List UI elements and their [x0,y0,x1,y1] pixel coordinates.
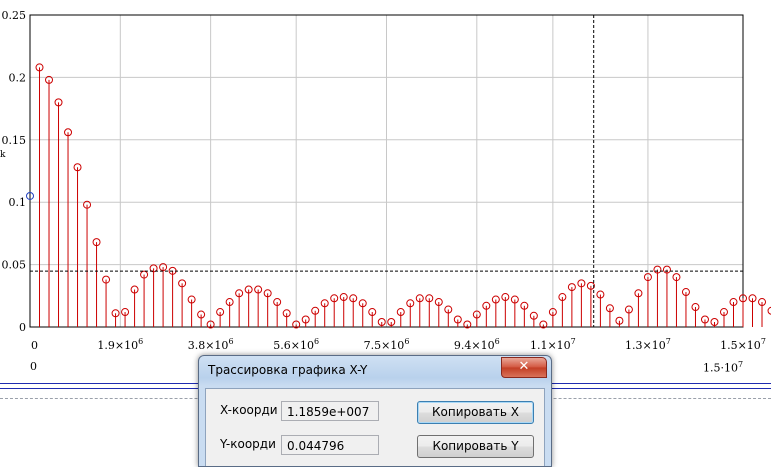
x-tick-label: 1.1×107 [530,337,576,352]
y-coordinate-label: Y-коорди [220,437,276,451]
y-tick-label: 0.2 [9,71,27,84]
x-coordinate-field[interactable]: 1.1859e+007 [281,401,379,421]
y-axis-label: k [0,150,6,160]
x-tick-label: 5.6×106 [273,337,319,352]
copy-y-button[interactable]: Копировать Y [417,435,534,458]
stem-plot[interactable]: 0 0.05 0.1 0.15 0.2 0.25 0 1.9×106 3.8×106 5.6×10… [0,0,771,380]
close-icon[interactable]: ✕ [501,357,547,378]
copy-x-button[interactable]: Копировать X [417,401,534,424]
y-tick-label: 0.15 [2,134,27,147]
y-tick-label: 0.1 [9,196,27,209]
dialog-title: Трассировка графика X-Y [208,363,368,377]
x-tick-label: 1.5×107 [720,337,766,352]
y-tick-label: 0 [19,321,26,334]
trace-dialog[interactable]: Трассировка графика X-Y ✕ X-коорди 1.185… [198,355,552,467]
y-tick-label: 0.25 [2,9,27,22]
dialog-body: X-коорди 1.1859e+007 Копировать X Y-коор… [205,388,545,466]
x-range-end-label: 1.5·107 [703,360,744,375]
x-tick-label: 1.3×107 [625,337,671,352]
x-tick-label: 3.8×106 [188,337,234,352]
y-tick-label: 0.05 [2,259,27,272]
y-coordinate-field[interactable]: 0.044796 [281,435,379,455]
x-tick-label: 1.9×106 [97,337,143,352]
x-coordinate-label: X-коорди [220,403,278,417]
x-tick-label: 7.5×106 [364,337,410,352]
x-tick-label: 0 [31,339,38,352]
x-tick-label: 9.4×106 [454,337,500,352]
x-range-start-label: 0 [30,360,37,373]
